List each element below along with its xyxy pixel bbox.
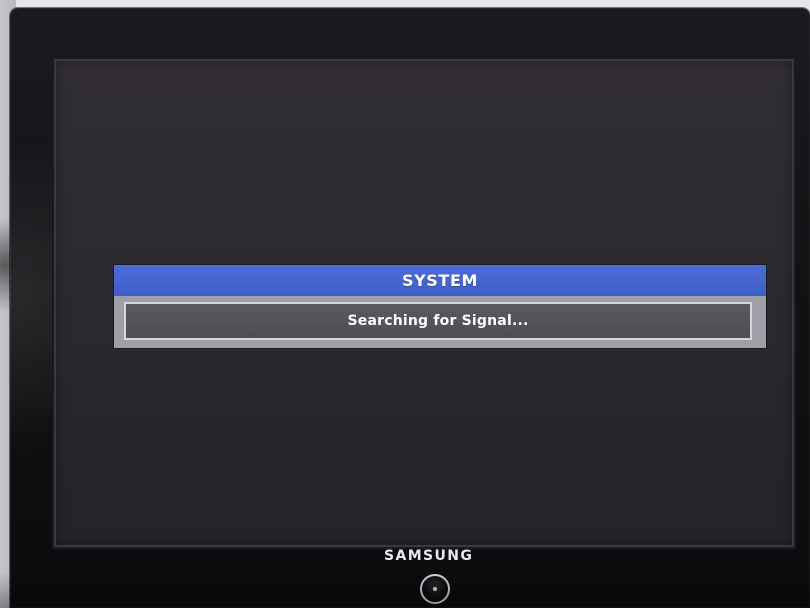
monitor: SYSTEM Searching for Signal... SAMSUNG (10, 8, 810, 608)
dialog-message: Searching for Signal... (347, 313, 529, 329)
dialog-title: SYSTEM (402, 271, 478, 290)
photo-scene: SYSTEM Searching for Signal... SAMSUNG (0, 0, 810, 608)
dialog-title-bar: SYSTEM (114, 265, 766, 296)
display-screen: SYSTEM Searching for Signal... (52, 57, 796, 549)
system-dialog: SYSTEM Searching for Signal... (114, 265, 766, 348)
dialog-message-box: Searching for Signal... (124, 302, 752, 340)
monitor-brand: SAMSUNG (384, 548, 474, 564)
bottom-shadow (0, 572, 810, 608)
